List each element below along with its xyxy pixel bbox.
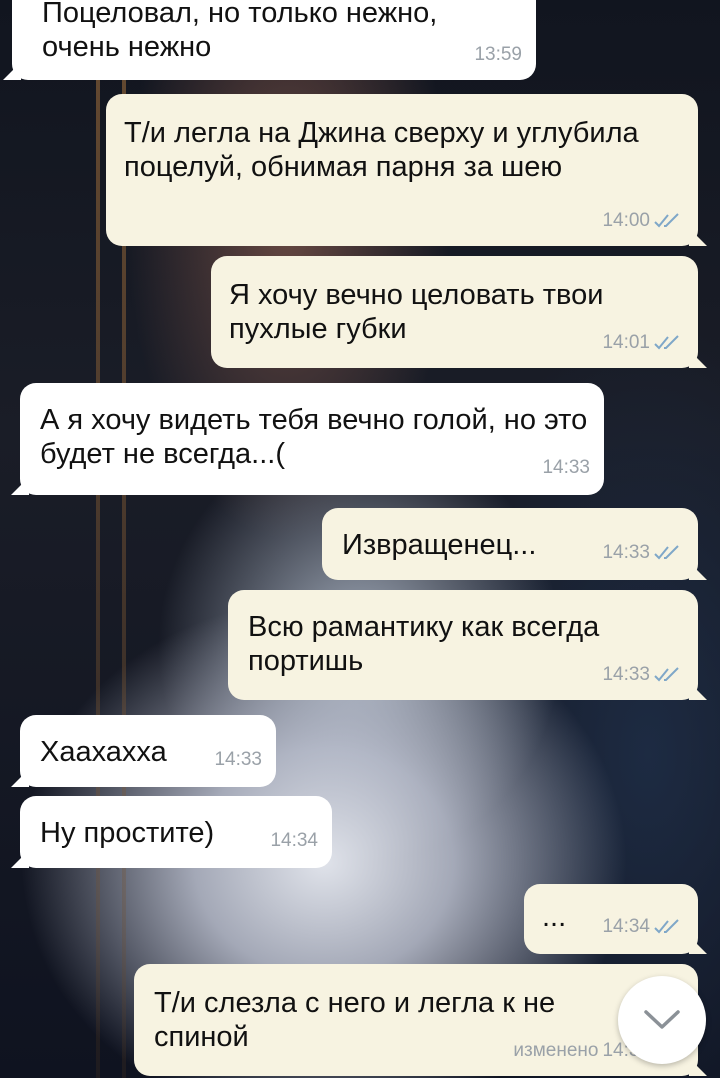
message-list[interactable]: Поцеловал, но только нежно, очень нежно …	[0, 0, 720, 1078]
message-meta: 14:34	[602, 910, 684, 944]
message-bubble-outgoing[interactable]: Всю рамантику как всегда портишь 14:33	[228, 590, 707, 700]
message-time: 14:34	[602, 916, 650, 937]
read-ticks-icon	[654, 667, 679, 682]
message-bubble-outgoing[interactable]: Я хочу вечно целовать твои пухлые губки …	[211, 256, 707, 368]
read-ticks-icon	[654, 919, 679, 934]
message-meta: 14:34	[270, 824, 318, 858]
read-ticks-icon	[654, 545, 679, 560]
message-meta: 14:33	[542, 451, 590, 485]
message-time: 14:00	[602, 210, 650, 231]
message-time: 14:33	[602, 664, 650, 685]
message-meta: 14:33	[602, 536, 684, 570]
message-time: 14:01	[602, 332, 650, 353]
message-bubble-incoming[interactable]: Ну простите) 14:34	[11, 796, 332, 868]
message-text: А я хочу видеть тебя вечно голой, но это…	[40, 404, 588, 470]
message-text: Ну простите)	[40, 817, 215, 849]
message-time: 14:34	[270, 830, 318, 851]
read-ticks-icon	[654, 335, 679, 350]
message-text: Поцеловал, но только нежно, очень нежно	[42, 0, 438, 63]
message-meta: 14:33	[602, 658, 684, 692]
message-time: 14:33	[214, 749, 262, 770]
message-text: Хаахахха	[40, 736, 167, 768]
message-bubble-incoming[interactable]: А я хочу видеть тебя вечно голой, но это…	[11, 383, 604, 495]
message-time: 13:59	[474, 44, 522, 65]
message-bubble-outgoing[interactable]: Извращенец... 14:33	[322, 508, 707, 580]
message-bubble-incoming[interactable]: Хаахахха 14:33	[11, 715, 276, 787]
message-bubble-outgoing[interactable]: ... 14:34	[524, 884, 707, 954]
read-ticks-icon	[654, 213, 679, 228]
message-text: Т/и легла на Джина сверху и углубила поц…	[124, 117, 639, 183]
message-bubble-incoming[interactable]: Поцеловал, но только нежно, очень нежно …	[3, 0, 536, 80]
message-time: 14:33	[542, 457, 590, 478]
edited-label: изменено	[513, 1040, 599, 1061]
message-bubble-outgoing[interactable]: Т/и легла на Джина сверху и углубила поц…	[106, 94, 707, 246]
message-meta: 14:01	[602, 326, 684, 360]
chevron-down-icon	[644, 1010, 680, 1029]
message-meta: 14:00	[602, 204, 684, 238]
message-meta: 13:59	[474, 38, 522, 72]
scroll-to-bottom-button[interactable]	[618, 976, 706, 1064]
message-time: 14:33	[602, 542, 650, 563]
message-text: ...	[542, 901, 567, 933]
message-text: Извращенец...	[342, 529, 537, 561]
message-meta: 14:33	[214, 743, 262, 777]
message-bubble-outgoing[interactable]: Т/и слезла с него и легла к не спиной из…	[134, 964, 707, 1076]
